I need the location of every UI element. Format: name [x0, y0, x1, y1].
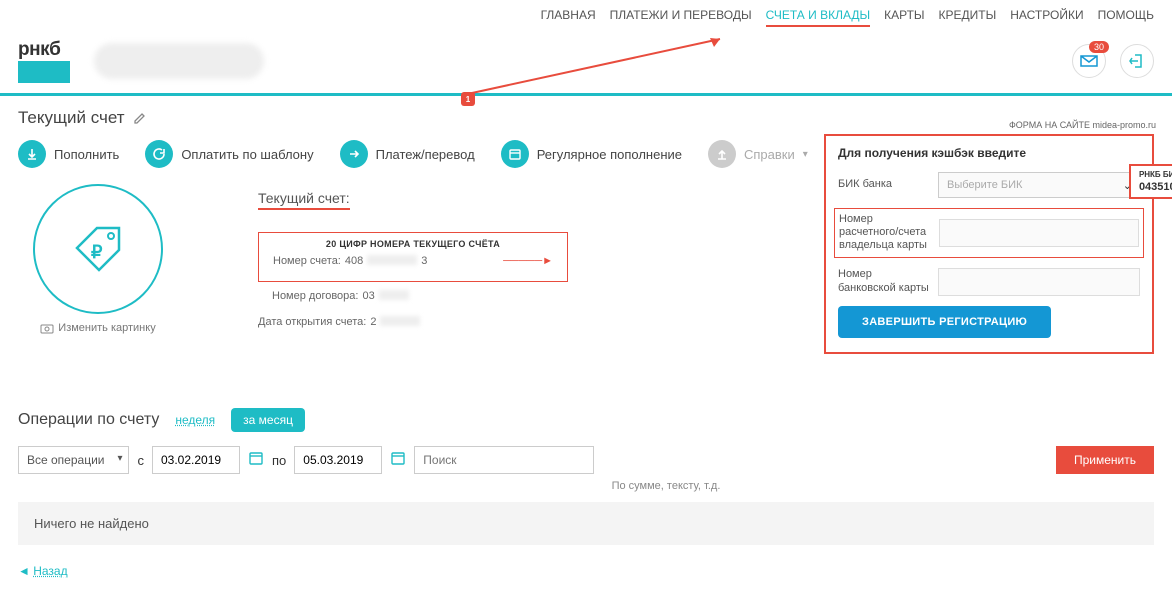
- apply-button[interactable]: Применить: [1056, 446, 1154, 474]
- logout-button[interactable]: [1120, 44, 1154, 78]
- logout-icon: [1129, 53, 1145, 69]
- date-from-input[interactable]: [152, 446, 240, 474]
- account-details: Текущий счет: 20 ЦИФР НОМЕРА ТЕКУЩЕГО СЧ…: [258, 184, 568, 384]
- download-icon: [18, 140, 46, 168]
- nav-main[interactable]: ГЛАВНАЯ: [541, 8, 596, 27]
- page-title: Текущий счет: [18, 108, 125, 128]
- nav-payments[interactable]: ПЛАТЕЖИ И ПЕРЕВОДЫ: [610, 8, 752, 27]
- mail-icon: [1080, 55, 1098, 67]
- nav-accounts[interactable]: СЧЕТА И ВКЛАДЫ: [766, 8, 871, 27]
- back-arrow: ◄: [18, 564, 33, 578]
- logo-text: рнкб: [18, 39, 60, 60]
- empty-result: Ничего не найдено: [18, 502, 1154, 545]
- action-template-label: Оплатить по шаблону: [181, 147, 313, 162]
- account-digits-title: 20 ЦИФР НОМЕРА ТЕКУЩЕГО СЧЁТА: [273, 239, 553, 249]
- ruble-tag-icon: ₽: [69, 220, 127, 278]
- mail-badge: 30: [1089, 41, 1109, 53]
- action-template[interactable]: Оплатить по шаблону: [145, 140, 313, 168]
- bik-label: БИК банка: [838, 178, 930, 191]
- upload-icon: [708, 140, 736, 168]
- operations-section: Операции по счету неделя за месяц Все оп…: [18, 408, 1154, 578]
- action-recurring-label: Регулярное пополнение: [537, 147, 682, 162]
- tab-week[interactable]: неделя: [175, 413, 215, 427]
- filter-row: Все операции ▾ с по Применить: [18, 446, 1154, 474]
- to-label: по: [272, 453, 286, 468]
- arrow-right-red: ─────►: [503, 255, 553, 267]
- form-source: ФОРМА НА САЙТЕ midea-promo.ru: [824, 120, 1156, 130]
- action-reference-label: Справки: [744, 147, 795, 162]
- action-transfer-label: Платеж/перевод: [376, 147, 475, 162]
- calendar-icon[interactable]: [248, 450, 264, 471]
- search-input[interactable]: [414, 446, 594, 474]
- card-input-label: Номер банковской карты: [838, 268, 930, 294]
- user-info-blurred: [94, 43, 264, 79]
- action-recurring[interactable]: Регулярное пополнение: [501, 140, 682, 168]
- account-number-box: 20 ЦИФР НОМЕРА ТЕКУЩЕГО СЧЁТА Номер счет…: [258, 232, 568, 282]
- account-input-label: Номер расчетного/счета владельца карты: [839, 213, 931, 253]
- cashback-form: Для получения кэшбэк введите БИК банка В…: [824, 134, 1154, 354]
- card-input[interactable]: [938, 268, 1140, 296]
- contract-row: Номер договора: 03: [272, 290, 568, 302]
- form-title: Для получения кэшбэк введите: [838, 146, 1140, 160]
- top-nav: ГЛАВНАЯ ПЛАТЕЖИ И ПЕРЕВОДЫ СЧЕТА И ВКЛАД…: [0, 0, 1172, 33]
- step-badge: 1: [461, 92, 475, 106]
- bik-select[interactable]: Выберите БИК ⌄: [938, 172, 1140, 198]
- tab-month[interactable]: за месяц: [231, 408, 305, 432]
- account-picture: ₽ Изменить картинку: [18, 184, 178, 384]
- submit-button[interactable]: ЗАВЕРШИТЬ РЕГИСТРАЦИЮ: [838, 306, 1051, 338]
- opened-row: Дата открытия счета: 2: [258, 316, 568, 328]
- edit-icon[interactable]: [133, 111, 147, 125]
- date-to-input[interactable]: [294, 446, 382, 474]
- arrow-right-icon: [340, 140, 368, 168]
- sort-hint: По сумме, тексту, т.д.: [178, 480, 1154, 492]
- mail-button[interactable]: 30: [1072, 44, 1106, 78]
- from-label: с: [137, 453, 144, 468]
- chevron-down-icon: ▾: [803, 149, 808, 160]
- nav-credits[interactable]: КРЕДИТЫ: [939, 8, 997, 27]
- bik-row: БИК банка Выберите БИК ⌄ РНКБ БИК 043510…: [838, 172, 1140, 198]
- refresh-icon: [145, 140, 173, 168]
- action-transfer[interactable]: Платеж/перевод: [340, 140, 475, 168]
- nav-cards[interactable]: КАРТЫ: [884, 8, 924, 27]
- header: рнкб 30: [0, 33, 1172, 93]
- account-input[interactable]: [939, 219, 1139, 247]
- action-topup[interactable]: Пополнить: [18, 140, 119, 168]
- account-number-row: Номер счета: 408 3 ─────►: [273, 255, 553, 267]
- back-link[interactable]: Назад: [33, 564, 67, 578]
- bik-hint-box: РНКБ БИК 043510607: [1129, 164, 1172, 199]
- action-reference[interactable]: Справки ▾: [708, 140, 808, 168]
- svg-text:₽: ₽: [91, 242, 103, 262]
- nav-settings[interactable]: НАСТРОЙКИ: [1010, 8, 1083, 27]
- logo-bar: [18, 61, 70, 83]
- account-section: ₽ Изменить картинку Текущий счет: 20 ЦИФ…: [18, 184, 1154, 384]
- action-topup-label: Пополнить: [54, 147, 119, 162]
- change-picture-link[interactable]: Изменить картинку: [18, 322, 178, 334]
- ops-type-select[interactable]: Все операции ▾: [18, 446, 129, 474]
- camera-icon: [40, 323, 54, 334]
- account-label: Текущий счет:: [258, 190, 350, 210]
- calendar-icon: [501, 140, 529, 168]
- account-input-row: Номер расчетного/счета владельца карты: [834, 208, 1144, 258]
- card-input-row: Номер банковской карты: [838, 268, 1140, 296]
- ops-title: Операции по счету: [18, 411, 159, 429]
- chevron-down-icon: ▾: [117, 453, 122, 464]
- calendar-icon[interactable]: [390, 450, 406, 471]
- nav-help[interactable]: ПОМОЩЬ: [1098, 8, 1154, 27]
- logo[interactable]: рнкб: [18, 39, 70, 83]
